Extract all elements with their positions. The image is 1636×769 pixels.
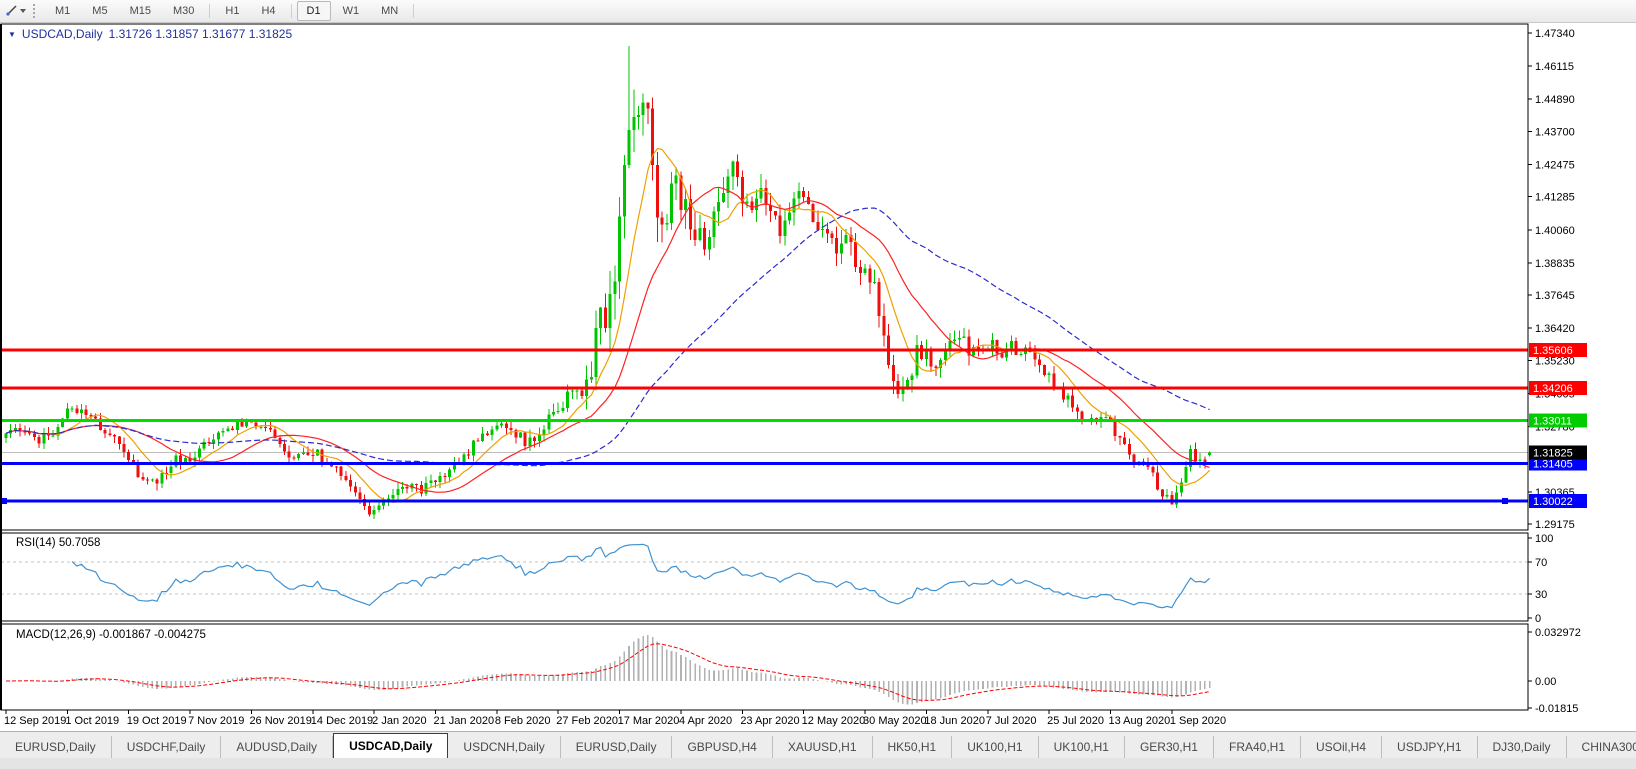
chart-canvas[interactable]: 1.47340 1.46115 1.44890 1.43700 1.42475 1.412…: [0, 0, 1636, 731]
svg-text:21 Jan 2020: 21 Jan 2020: [434, 715, 495, 727]
chart-tab-eurusd-daily[interactable]: EURUSD,Daily: [0, 736, 112, 758]
svg-text:1.41285: 1.41285: [1535, 192, 1575, 204]
macd-indicator-label: MACD(12,26,9) -0.001867 -0.004275: [16, 629, 206, 641]
svg-text:7 Nov 2019: 7 Nov 2019: [188, 715, 244, 727]
chart-tab-usdjpy-h1[interactable]: USDJPY,H1: [1382, 736, 1478, 758]
svg-text:1.43700: 1.43700: [1535, 126, 1575, 138]
macd-panel-frame: [0, 623, 1529, 711]
chart-tab-uk100-h1[interactable]: UK100,H1: [1039, 736, 1125, 758]
main-panel-frame: [0, 23, 1529, 531]
chart-title: ▼ USDCAD,Daily 1.31726 1.31857 1.31677 1…: [8, 27, 292, 41]
svg-text:-0.01815: -0.01815: [1535, 703, 1578, 715]
rsi-panel-frame: [0, 532, 1529, 622]
svg-text:1.29175: 1.29175: [1535, 519, 1575, 531]
svg-text:23 Apr 2020: 23 Apr 2020: [740, 715, 799, 727]
moving-averages: [5, 147, 1211, 503]
svg-text:1 Sep 2020: 1 Sep 2020: [1170, 715, 1226, 727]
svg-text:1.31405: 1.31405: [1533, 459, 1573, 471]
svg-text:1.38835: 1.38835: [1535, 258, 1575, 270]
trading-platform-window: M1 M5 M15 M30 H1 H4 D1 W1 MN 1.47340 1.46115 1.448…: [0, 0, 1636, 769]
chart-tab-usdcad-daily[interactable]: USDCAD,Daily: [333, 733, 449, 759]
svg-text:1.33011: 1.33011: [1533, 415, 1572, 427]
rsi-panel-content: [1, 543, 1528, 609]
svg-text:0: 0: [1535, 613, 1541, 625]
chart-tab-ger30-h1[interactable]: GER30,H1: [1125, 736, 1214, 758]
svg-text:25 Jul 2020: 25 Jul 2020: [1047, 715, 1104, 727]
svg-text:1.30022: 1.30022: [1533, 496, 1573, 508]
chart-tab-usdchf-daily[interactable]: USDCHF,Daily: [112, 736, 222, 758]
svg-text:8 Feb 2020: 8 Feb 2020: [495, 715, 551, 727]
svg-text:1.40060: 1.40060: [1535, 225, 1575, 237]
svg-text:0.032972: 0.032972: [1535, 627, 1581, 639]
panel-frames: [0, 23, 1529, 711]
svg-text:100: 100: [1535, 533, 1553, 545]
chart-tabs-bar: EURUSD,Daily USDCHF,Daily AUDUSD,Daily USDC…: [0, 731, 1636, 759]
svg-text:13 Aug 2020: 13 Aug 2020: [1108, 715, 1170, 727]
chart-tab-dj30-daily[interactable]: DJ30,Daily: [1478, 736, 1567, 758]
svg-text:2 Jan 2020: 2 Jan 2020: [372, 715, 426, 727]
svg-text:14 Dec 2019: 14 Dec 2019: [311, 715, 373, 727]
svg-text:1.34206: 1.34206: [1533, 383, 1573, 395]
svg-text:12 Sep 2019: 12 Sep 2019: [4, 715, 66, 727]
macd-panel-content: [6, 635, 1211, 705]
chart-tab-xauusd-h1[interactable]: XAUUSD,H1: [773, 736, 873, 758]
svg-text:1.46115: 1.46115: [1535, 61, 1574, 73]
price-axis: 1.47340 1.46115 1.44890 1.43700 1.42475 1.412…: [1528, 28, 1581, 715]
svg-text:1.37645: 1.37645: [1535, 290, 1575, 302]
svg-text:7 Jul 2020: 7 Jul 2020: [986, 715, 1037, 727]
date-axis: 12 Sep 20191 Oct 2019 19 Oct 2019 7 Nov 20…: [4, 710, 1226, 727]
candles-series: [4, 46, 1212, 520]
svg-text:30: 30: [1535, 589, 1547, 601]
svg-text:0.00: 0.00: [1535, 676, 1556, 688]
chart-tab-audusd-daily[interactable]: AUDUSD,Daily: [221, 736, 334, 758]
chart-tab-hk50-h1[interactable]: HK50,H1: [873, 736, 953, 758]
svg-text:17 Mar 2020: 17 Mar 2020: [618, 715, 680, 727]
svg-text:1.36420: 1.36420: [1535, 323, 1575, 335]
svg-text:70: 70: [1535, 557, 1547, 569]
price-axis-badges: 1.35606 1.34206 1.33011 1.31405 1.30022 1.318…: [1529, 343, 1587, 509]
chart-tab-usdcnh-daily[interactable]: USDCNH,Daily: [448, 736, 561, 758]
window-bottom-edge: [0, 758, 1636, 769]
svg-text:1.35606: 1.35606: [1533, 345, 1573, 357]
collapse-indicator-icon[interactable]: ▼: [8, 30, 16, 39]
svg-text:1.42475: 1.42475: [1535, 160, 1575, 172]
chart-tab-eurusd-daily[interactable]: EURUSD,Daily: [561, 736, 673, 758]
svg-text:12 May 2020: 12 May 2020: [802, 715, 866, 727]
svg-text:26 Nov 2019: 26 Nov 2019: [249, 715, 311, 727]
svg-text:1.31825: 1.31825: [1533, 447, 1573, 459]
svg-text:30 May 2020: 30 May 2020: [863, 715, 927, 727]
chart-tab-uk100-h1[interactable]: UK100,H1: [952, 736, 1039, 758]
svg-text:1.47340: 1.47340: [1535, 28, 1575, 40]
svg-text:1.44890: 1.44890: [1535, 94, 1575, 106]
svg-text:1 Oct 2019: 1 Oct 2019: [65, 715, 119, 727]
rsi-indicator-label: RSI(14) 50.7058: [16, 537, 101, 549]
price-level-lines[interactable]: [1, 348, 1528, 505]
chart-title-ohlc: 1.31726 1.31857 1.31677 1.31825: [108, 27, 293, 41]
svg-text:18 Jun 2020: 18 Jun 2020: [924, 715, 985, 727]
chart-tab-fra40-h1[interactable]: FRA40,H1: [1214, 736, 1302, 758]
chart-tab-china300-h1[interactable]: CHINA300,H1: [1567, 736, 1636, 758]
level-drag-handle[interactable]: [1502, 498, 1508, 505]
svg-text:4 Apr 2020: 4 Apr 2020: [679, 715, 732, 727]
chart-tabs: EURUSD,Daily USDCHF,Daily AUDUSD,Daily USDC…: [0, 732, 1636, 759]
chart-tab-gbpusd-h4[interactable]: GBPUSD,H4: [672, 736, 773, 758]
chart-title-symbol: USDCAD,Daily: [21, 27, 103, 41]
chart-tab-usoil-h4[interactable]: USOil,H4: [1301, 736, 1383, 758]
svg-text:27 Feb 2020: 27 Feb 2020: [556, 715, 618, 727]
svg-text:19 Oct 2019: 19 Oct 2019: [127, 715, 187, 727]
